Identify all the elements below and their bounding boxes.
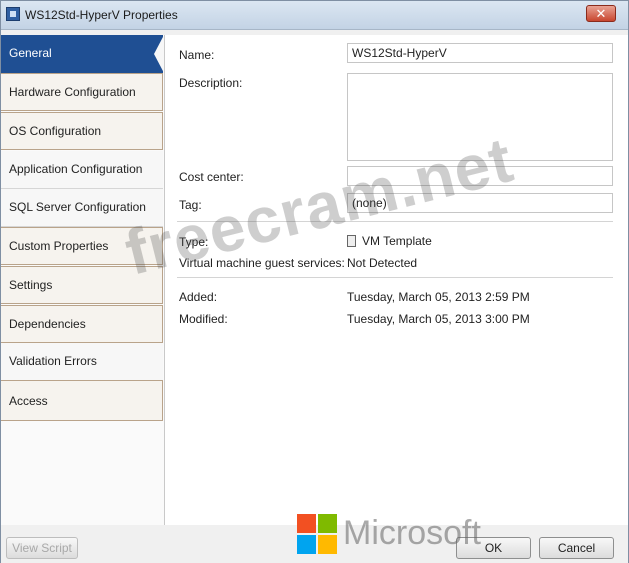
properties-dialog: WS12Std-HyperV Properties ✕ General Hard…	[0, 0, 629, 563]
type-value-text: VM Template	[362, 234, 432, 248]
type-label: Type:	[179, 235, 209, 249]
app-icon	[6, 7, 20, 21]
title-bar: WS12Std-HyperV Properties ✕	[1, 1, 628, 30]
template-icon	[347, 235, 356, 247]
name-field[interactable]: WS12Std-HyperV	[347, 43, 613, 63]
modified-label: Modified:	[179, 312, 228, 326]
cost-center-label: Cost center:	[179, 170, 244, 184]
cancel-button[interactable]: Cancel	[539, 537, 614, 559]
cost-center-field[interactable]	[347, 166, 613, 186]
guest-services-value: Not Detected	[347, 256, 418, 270]
added-label: Added:	[179, 290, 218, 304]
tag-label: Tag:	[179, 198, 202, 212]
description-field[interactable]	[347, 73, 613, 161]
window-title: WS12Std-HyperV Properties	[25, 8, 178, 22]
sidebar-item-application-configuration[interactable]: Application Configuration	[1, 151, 163, 189]
sidebar-item-os-configuration[interactable]: OS Configuration	[1, 112, 163, 150]
microsoft-brand-text: Microsoft	[343, 514, 481, 552]
name-label: Name:	[179, 48, 215, 62]
tag-field[interactable]: (none)	[347, 193, 613, 213]
sidebar-item-general[interactable]: General	[1, 35, 164, 73]
sidebar-item-validation-errors[interactable]: Validation Errors	[1, 343, 163, 381]
sidebar: General Hardware Configuration OS Config…	[1, 35, 165, 525]
separator	[177, 277, 613, 278]
guest-services-label: Virtual machine guest services:	[179, 256, 345, 270]
sidebar-item-dependencies[interactable]: Dependencies	[1, 305, 163, 343]
general-panel: Name: WS12Std-HyperV Description: Cost c…	[165, 35, 628, 525]
microsoft-logo-icon	[297, 514, 337, 554]
sidebar-item-access[interactable]: Access	[1, 380, 163, 421]
description-label: Description:	[179, 76, 243, 90]
sidebar-item-hardware-configuration[interactable]: Hardware Configuration	[1, 73, 163, 111]
sidebar-item-settings[interactable]: Settings	[1, 266, 163, 304]
sidebar-item-sql-server-configuration[interactable]: SQL Server Configuration	[1, 189, 163, 227]
close-button[interactable]: ✕	[586, 5, 616, 22]
view-script-button[interactable]: View Script	[6, 537, 78, 559]
sidebar-item-custom-properties[interactable]: Custom Properties	[1, 227, 163, 265]
separator	[177, 221, 613, 222]
type-value: VM Template	[347, 234, 432, 248]
modified-value: Tuesday, March 05, 2013 3:00 PM	[347, 312, 530, 326]
added-value: Tuesday, March 05, 2013 2:59 PM	[347, 290, 530, 304]
